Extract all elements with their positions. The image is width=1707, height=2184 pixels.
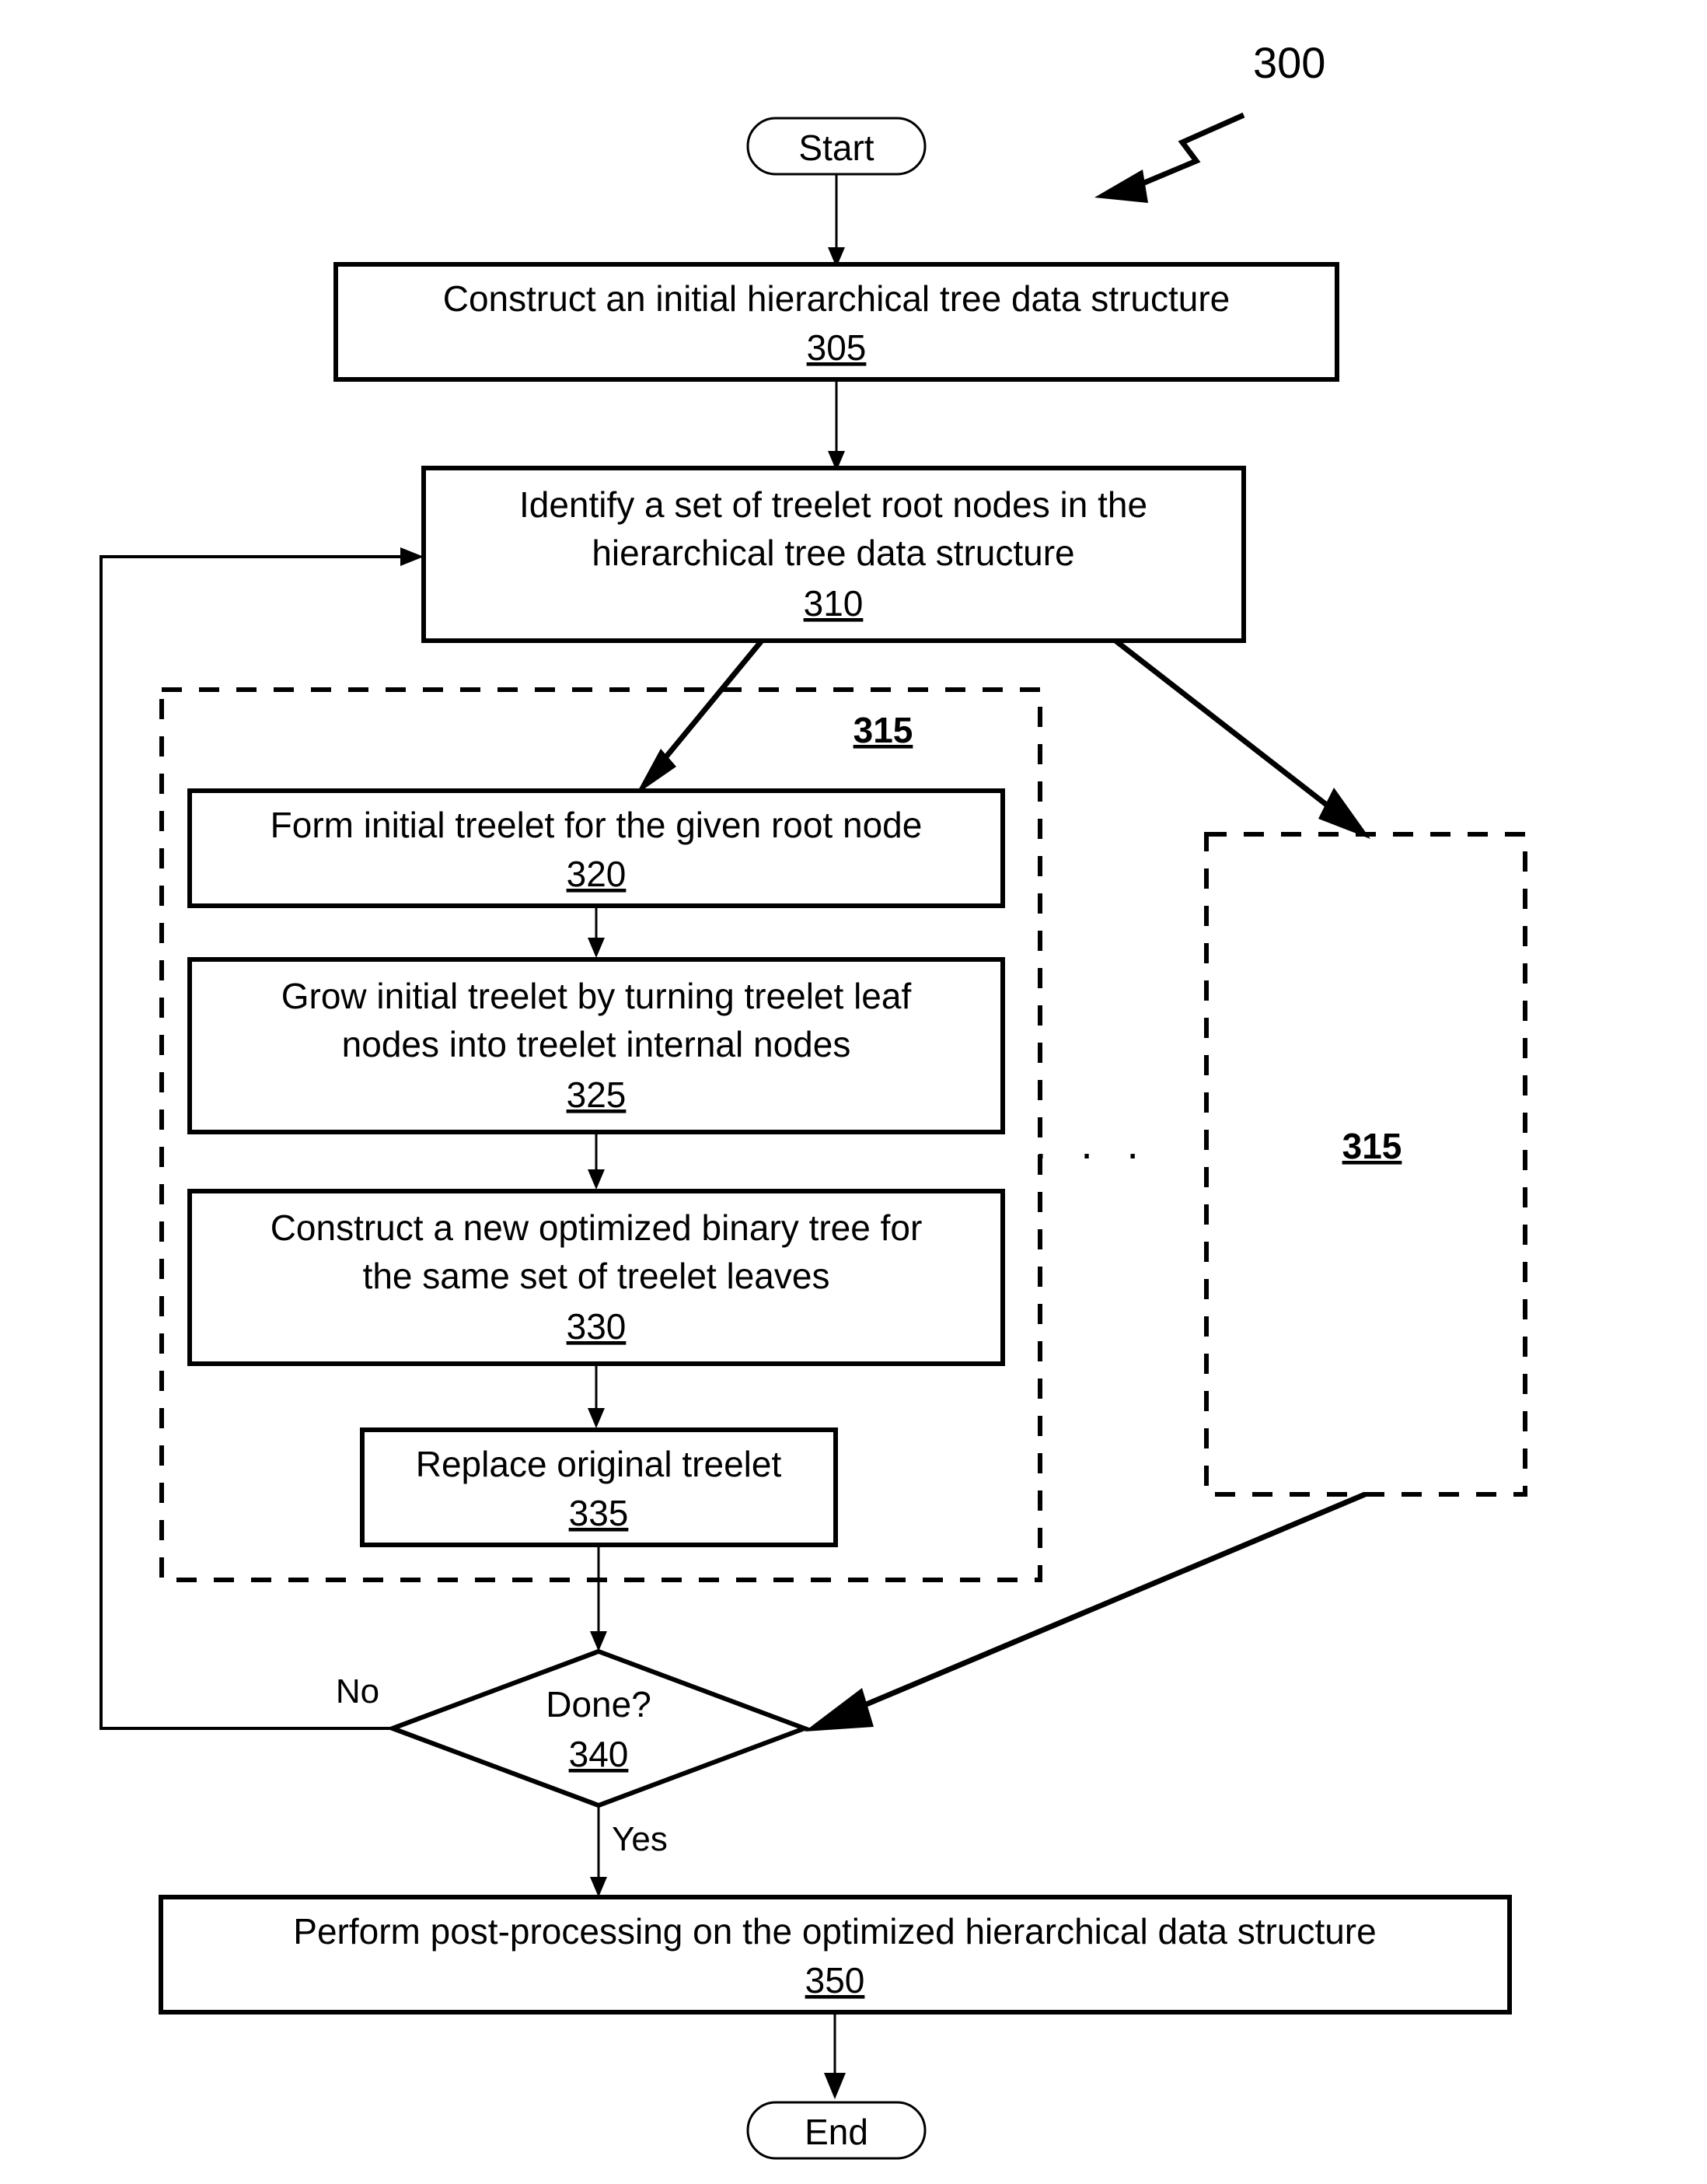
connector-310-to-group-right <box>1113 638 1370 839</box>
node-step-350: Perform post-processing on the optimized… <box>159 1895 1512 2015</box>
step-325-ref: 325 <box>567 1075 627 1115</box>
step-330-line-2: the same set of treelet leaves <box>363 1256 830 1296</box>
group-315-left-ref: 315 <box>854 710 913 750</box>
decision-340-shape <box>386 1648 812 1808</box>
zigzag-leader-arrow-icon <box>1094 112 1245 203</box>
edge-label-yes: Yes <box>612 1820 668 1858</box>
step-320-ref: 320 <box>567 854 627 894</box>
flowchart-figure-300: 300 Start Construct an initial hierarchi… <box>0 0 1707 2184</box>
step-320-line-1: Form initial treelet for the given root … <box>271 805 923 845</box>
connector-320-to-325 <box>588 906 605 958</box>
node-decision-340: Done? 340 <box>386 1648 812 1808</box>
connector-340-yes-to-350 <box>590 1805 607 1897</box>
step-305-line-1: Construct an initial hierarchical tree d… <box>443 278 1230 319</box>
step-335-line-1: Replace original treelet <box>416 1444 782 1484</box>
connector-325-to-330 <box>588 1132 605 1190</box>
step-305-ref: 305 <box>807 327 867 368</box>
edge-label-no: No <box>336 1672 379 1711</box>
connector-group-right-to-340 <box>805 1491 1367 1731</box>
decision-340-ref: 340 <box>569 1734 629 1774</box>
flowchart-canvas: 300 Start Construct an initial hierarchi… <box>99 38 1527 2160</box>
step-310-line-2: hierarchical tree data structure <box>592 533 1074 573</box>
node-start: Start <box>746 117 927 176</box>
step-330-line-1: Construct a new optimized binary tree fo… <box>271 1207 923 1248</box>
connector-330-to-335 <box>588 1364 605 1428</box>
step-335-ref: 335 <box>569 1493 629 1533</box>
node-step-320: Form initial treelet for the given root … <box>187 788 1005 908</box>
connector-350-to-end <box>824 2012 846 2099</box>
connector-310-to-group-left <box>636 638 764 795</box>
decision-340-label: Done? <box>546 1684 651 1724</box>
connector-335-to-340 <box>590 1545 607 1651</box>
node-step-330: Construct a new optimized binary tree fo… <box>187 1189 1005 1366</box>
node-step-310: Identify a set of treelet root nodes in … <box>421 466 1246 643</box>
step-310-line-1: Identify a set of treelet root nodes in … <box>519 484 1147 525</box>
group-315-right-ref: 315 <box>1342 1126 1402 1166</box>
connector-305-to-310 <box>828 379 845 471</box>
step-330-ref: 330 <box>567 1306 627 1347</box>
connector-340-no-feedback-to-310 <box>99 547 424 1730</box>
node-step-305: Construct an initial hierarchical tree d… <box>333 262 1339 382</box>
node-step-325: Grow initial treelet by turning treelet … <box>187 957 1005 1134</box>
start-label: Start <box>798 128 874 168</box>
connector-start-to-305 <box>828 174 845 267</box>
node-end: End <box>746 2101 927 2160</box>
figure-number: 300 <box>1253 38 1325 87</box>
step-350-ref: 350 <box>805 1960 865 2001</box>
step-325-line-2: nodes into treelet internal nodes <box>342 1024 851 1064</box>
end-label: End <box>805 2112 868 2152</box>
step-350-line-1: Perform post-processing on the optimized… <box>293 1911 1376 1952</box>
node-step-335: Replace original treelet 335 <box>360 1427 838 1547</box>
group-ellipsis: . . . <box>1035 1119 1150 1168</box>
step-325-line-1: Grow initial treelet by turning treelet … <box>281 976 912 1016</box>
step-310-ref: 310 <box>804 583 864 624</box>
group-315-right: 315 <box>1204 832 1527 1497</box>
